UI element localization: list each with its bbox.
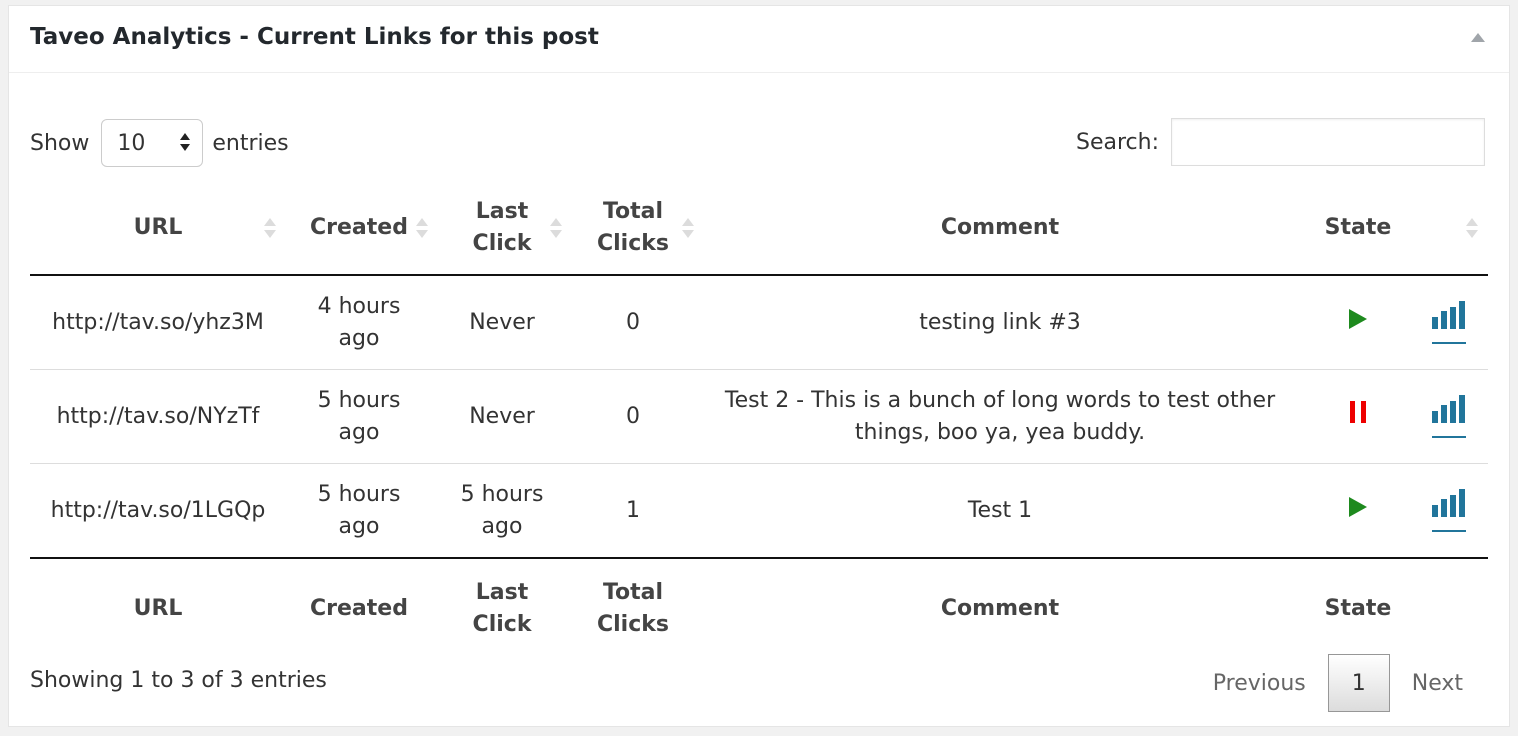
play-icon[interactable] [1349,308,1367,329]
footer-state: State [1306,557,1410,659]
column-header-created[interactable]: Created [286,182,432,276]
bar-chart-icon[interactable] [1432,301,1466,344]
cell-stats [1410,369,1488,464]
column-header-total-clicks[interactable]: Total Clicks [572,182,694,276]
column-header-url[interactable]: URL [30,182,286,276]
cell-comment: Test 2 - This is a bunch of long words t… [694,369,1306,464]
collapse-toggle-icon[interactable] [1471,33,1485,42]
table-footer-row: URL Created Last Click Total Clicks Comm… [30,557,1488,659]
cell-created: 5 hours ago [286,463,432,558]
entries-label: entries [212,130,289,156]
table-row: http://tav.so/yhz3M 4 hours ago Never 0 … [30,275,1488,370]
search-label: Search: [1076,129,1159,155]
pagination: Previous 1 Next [1191,653,1485,713]
links-table: URL Created Last Click Total Clicks Comm… [30,182,1488,659]
search-input[interactable] [1171,118,1485,166]
bar-chart-icon[interactable] [1432,489,1466,532]
cell-state [1306,369,1410,464]
entries-length-control: Show 10 entries [30,118,289,168]
cell-last-click: Never [469,309,535,335]
cell-total-clicks: 0 [626,309,640,335]
cell-comment: testing link #3 [919,309,1081,335]
bar-chart-icon[interactable] [1432,395,1466,438]
table-row: http://tav.so/NYzTf 5 hours ago Never 0 … [30,369,1488,464]
cell-state [1306,275,1410,370]
cell-url: http://tav.so/yhz3M [52,309,264,335]
cell-last-click: 5 hours ago [432,463,572,558]
table-header-row: URL Created Last Click Total Clicks Comm… [30,182,1488,276]
footer-last-click: Last Click [432,557,572,659]
footer-comment: Comment [694,557,1306,659]
sort-icon[interactable] [416,218,428,238]
select-arrows-icon [180,133,191,151]
sort-icon[interactable] [682,218,694,238]
entries-length-value: 10 [117,130,146,156]
show-label: Show [30,130,90,156]
cell-stats [1410,463,1488,558]
panel-header: Taveo Analytics - Current Links for this… [9,6,1509,73]
cell-state [1306,463,1410,558]
footer-created: Created [286,557,432,659]
footer-total-clicks: Total Clicks [572,557,694,659]
cell-stats [1410,275,1488,370]
previous-page-button[interactable]: Previous [1191,671,1328,696]
column-header-comment: Comment [694,182,1306,276]
pause-icon[interactable] [1350,400,1366,423]
cell-total-clicks: 0 [572,369,694,464]
play-icon[interactable] [1349,496,1367,517]
column-header-last-click[interactable]: Last Click [432,182,572,276]
sort-icon[interactable] [1466,218,1478,238]
entries-length-select[interactable]: 10 [101,119,204,167]
links-panel: Taveo Analytics - Current Links for this… [8,5,1510,727]
cell-created: 5 hours ago [286,369,432,464]
cell-url: http://tav.so/1LGQp [30,463,286,558]
next-page-button[interactable]: Next [1390,671,1485,696]
footer-url: URL [30,557,286,659]
footer-actions [1410,557,1488,659]
cell-created: 4 hours ago [317,293,401,351]
sort-icon[interactable] [550,218,562,238]
cell-comment: Test 1 [694,463,1306,558]
page-1-button[interactable]: 1 [1327,654,1390,712]
search-control: Search: [1076,118,1485,166]
cell-url: http://tav.so/NYzTf [30,369,286,464]
table-info: Showing 1 to 3 of 3 entries [30,668,327,693]
column-header-actions[interactable] [1410,182,1488,276]
cell-total-clicks: 1 [572,463,694,558]
cell-last-click: Never [432,369,572,464]
column-header-state: State [1306,182,1410,276]
table-row: http://tav.so/1LGQp 5 hours ago 5 hours … [30,463,1488,558]
sort-icon[interactable] [264,218,276,238]
panel-title: Taveo Analytics - Current Links for this… [30,24,599,50]
